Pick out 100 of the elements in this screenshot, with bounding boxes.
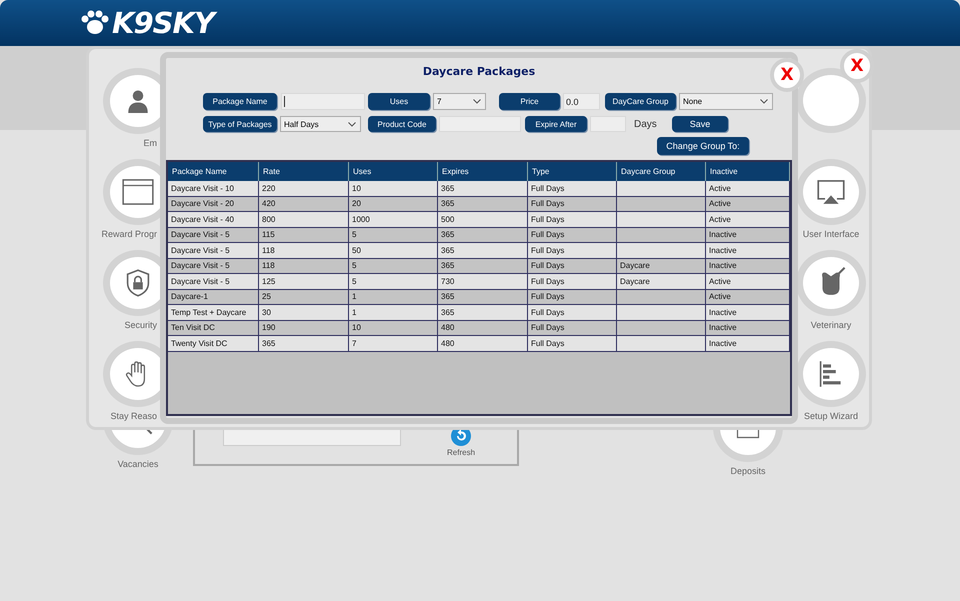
table-cell: 10: [349, 181, 438, 196]
table-cell: 365: [438, 181, 528, 196]
table-cell: 50: [349, 243, 438, 258]
chevron-icon: [473, 99, 481, 104]
field-label: Expire After: [525, 116, 587, 132]
table-cell: 1000: [349, 212, 438, 228]
refresh-label: Refresh: [447, 448, 476, 457]
table-cell: Twenty Visit DC: [168, 336, 259, 352]
table-cell: 5: [349, 258, 438, 274]
table-cell: Active: [706, 196, 790, 212]
table-cell: Inactive: [706, 336, 790, 352]
dialog-title: Daycare Packages: [422, 65, 536, 79]
tile-label: Stay Reaso: [109, 411, 157, 421]
table-cell: 365: [438, 290, 528, 305]
field-label: DayCare Group: [605, 93, 676, 110]
table-cell: Full Days: [528, 290, 617, 305]
chevron-icon: [760, 99, 768, 104]
unit-label: Days: [633, 118, 658, 132]
table-cell: Daycare Visit - 20: [168, 196, 259, 212]
table-cell: Ten Visit DC: [168, 320, 259, 336]
dropdown[interactable]: 7: [433, 93, 486, 110]
table-cell: Daycare Visit - 40: [168, 212, 259, 228]
table-cell: Full Days: [528, 212, 617, 228]
table-cell: 365: [438, 228, 528, 243]
tile-label: User Interface: [802, 229, 860, 239]
table-cell: Daycare Visit - 5: [168, 258, 259, 274]
tile-label: Deposits: [730, 466, 766, 476]
table-cell: 365: [438, 258, 528, 274]
table-cell: Inactive: [706, 228, 790, 243]
table-cell: 800: [259, 212, 349, 228]
table-cell: Daycare Visit - 5: [168, 274, 259, 290]
tile-label: Vacancies: [118, 459, 158, 469]
table-cell: Active: [706, 274, 790, 290]
table-cell: 220: [259, 181, 349, 196]
table-cell: Active: [706, 212, 790, 228]
table-cell: 480: [438, 336, 528, 352]
table-cell: Full Days: [528, 274, 617, 290]
table-cell: Daycare-1: [168, 290, 259, 305]
table-cell: Inactive: [706, 243, 790, 258]
table-cell: 10: [349, 320, 438, 336]
table-cell: 115: [259, 228, 349, 243]
table-cell: Full Days: [528, 336, 617, 352]
table-cell: Inactive: [706, 320, 790, 336]
table-cell: 365: [259, 336, 349, 352]
table-cell: Full Days: [528, 196, 617, 212]
table-cell: 125: [259, 274, 349, 290]
table-cell: Full Days: [528, 228, 617, 243]
field-label: Package Name: [203, 93, 277, 110]
input-field[interactable]: [281, 93, 365, 110]
field-label: Uses: [368, 93, 430, 110]
action-button[interactable]: Change Group To:: [657, 137, 749, 155]
table-cell: Active: [706, 290, 790, 305]
table-cell: 365: [438, 243, 528, 258]
table-cell: 500: [438, 212, 528, 228]
paw-icon: [80, 10, 110, 36]
table-cell: 420: [259, 196, 349, 212]
table-cell: Inactive: [706, 305, 790, 320]
table-cell: 190: [259, 320, 349, 336]
action-button[interactable]: Save: [672, 116, 728, 132]
table-cell: Temp Test + Daycare: [168, 305, 259, 320]
dropdown[interactable]: None: [679, 93, 773, 110]
table-cell: 118: [259, 243, 349, 258]
table-cell: Full Days: [528, 181, 617, 196]
tile-label: Em: [142, 138, 157, 148]
table-cell: Active: [706, 181, 790, 196]
table-cell: 25: [259, 290, 349, 305]
table-cell: Full Days: [528, 320, 617, 336]
chevron-icon: [348, 122, 356, 126]
table-cell: 1: [349, 305, 438, 320]
table-cell: Full Days: [528, 258, 617, 274]
field-label: Product Code: [368, 116, 436, 132]
close-button[interactable]: X: [770, 58, 804, 92]
table-cell: 365: [438, 305, 528, 320]
table-cell: 118: [259, 258, 349, 274]
table-cell: 365: [438, 196, 528, 212]
table-cell: Full Days: [528, 243, 617, 258]
table-cell: Inactive: [706, 258, 790, 274]
tile-label: Reward Progr: [100, 229, 157, 239]
table-cell: Full Days: [528, 305, 617, 320]
tile-label: Security: [123, 320, 157, 330]
table-cell: Daycare Visit - 5: [168, 243, 259, 258]
table-cell: 1: [349, 290, 438, 305]
tile-label: Veterinary: [810, 320, 852, 330]
table-cell: 480: [438, 320, 528, 336]
browser-window-icon: [122, 179, 154, 205]
field-label: Type of Packages: [203, 116, 277, 132]
table-cell: 7: [349, 336, 438, 352]
input-field[interactable]: 0.0: [563, 93, 600, 110]
table-cell: 730: [438, 274, 528, 290]
table-cell: Daycare: [617, 274, 706, 290]
table-cell: 20: [349, 196, 438, 212]
table-cell: 5: [349, 228, 438, 243]
table-cell: 5: [349, 274, 438, 290]
table-cell: 30: [259, 305, 349, 320]
table-cell: Daycare Visit - 10: [168, 181, 259, 196]
table-cell: Daycare: [617, 258, 706, 274]
table-cell: Daycare Visit - 5: [168, 228, 259, 243]
dropdown[interactable]: Half Days: [280, 116, 361, 132]
tile-label: Setup Wizard: [804, 411, 858, 421]
field-label: Price: [499, 93, 560, 110]
